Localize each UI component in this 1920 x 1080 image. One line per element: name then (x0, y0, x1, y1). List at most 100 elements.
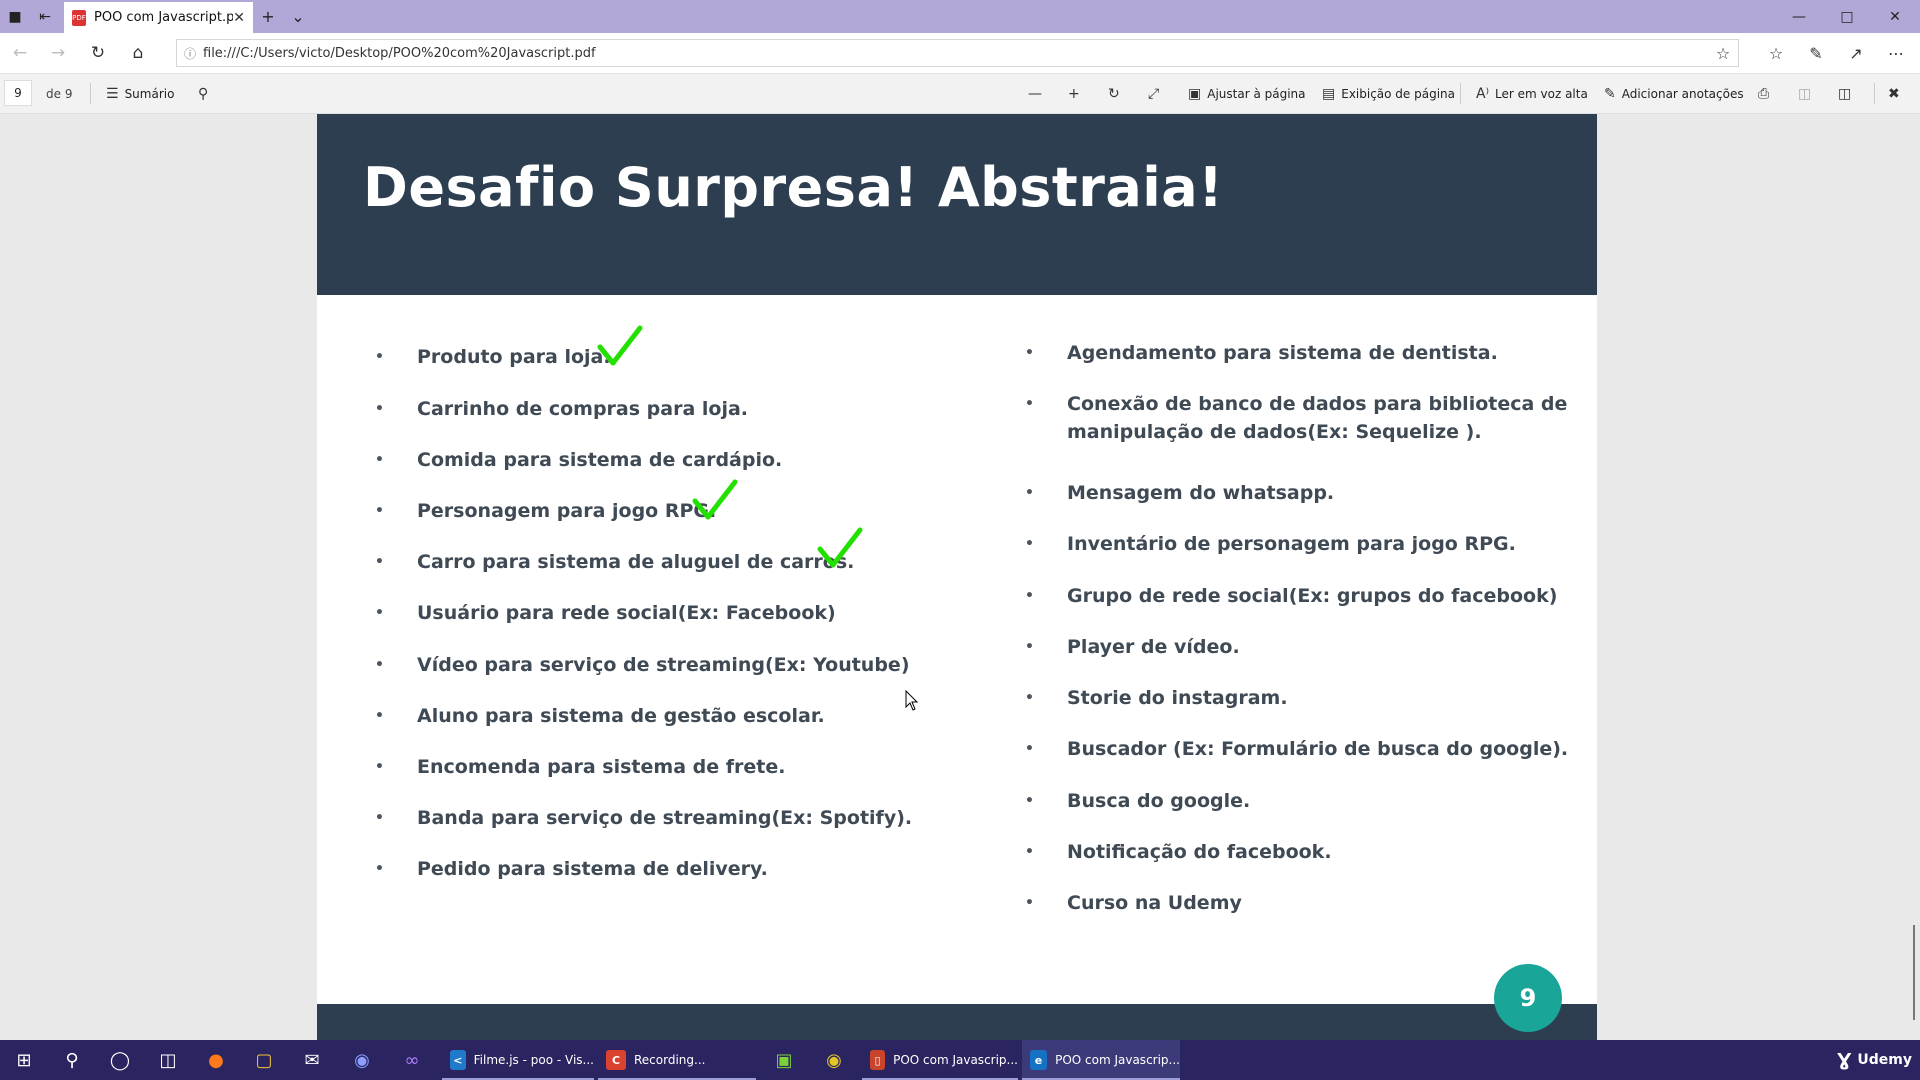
new-tab-icon[interactable]: + (253, 0, 283, 33)
left-list-item: • Encomenda para sistema de frete. (375, 753, 785, 781)
scrollbar[interactable] (1910, 114, 1920, 1040)
bullet-icon: • (1025, 485, 1034, 501)
page-number-input[interactable]: 9 (4, 80, 32, 106)
taskbar-app-button[interactable]: < Filme.js - poo - Vis... (442, 1040, 594, 1080)
left-list-item: • Vídeo para serviço de streaming(Ex: You… (375, 651, 910, 679)
url-text: file:///C:/Users/victo/Desktop/POO%20com… (203, 45, 596, 61)
bullet-icon: • (375, 554, 384, 570)
taskbar-app-button[interactable]: ▯ POO com Javascrip... (862, 1040, 1018, 1080)
home-icon[interactable]: ⌂ (118, 33, 158, 73)
more-menu-icon[interactable]: ⋯ (1876, 33, 1916, 73)
site-info-icon[interactable]: ⓘ (177, 45, 203, 62)
visual-studio-icon[interactable]: ∞ (388, 1040, 436, 1080)
checkmark-icon (597, 325, 643, 366)
fullscreen-button[interactable]: ⤢ (1148, 74, 1159, 113)
maximize-icon[interactable]: □ (1824, 0, 1870, 33)
add-notes-button[interactable]: ✎ Adicionar anotações (1604, 74, 1744, 113)
document-viewer[interactable]: Desafio Surpresa! Abstraia! 9 • Produto p… (0, 114, 1920, 1040)
save-button[interactable]: ◫ (1798, 74, 1811, 113)
right-list-item: • Inventário de personagem para jogo RPG. (1025, 530, 1516, 558)
toolbar-divider (1874, 83, 1875, 104)
cortana-icon[interactable]: ◯ (96, 1040, 144, 1080)
address-bar: ← → ↻ ⌂ ⓘ file:///C:/Users/victo/Desktop… (0, 33, 1920, 74)
tab-preview-chevron-icon[interactable]: ⌄ (283, 0, 313, 33)
right-list-item-text: Player de vídeo. (1067, 636, 1240, 658)
refresh-icon[interactable]: ↻ (78, 33, 118, 73)
mail-icon[interactable]: ✉ (288, 1040, 336, 1080)
task-view-icon[interactable]: ◫ (144, 1040, 192, 1080)
pdf-icon: ▯ (870, 1050, 886, 1070)
search-icon: ⚲ (198, 85, 209, 102)
taskbar-app-label: POO com Javascrip... (1055, 1053, 1180, 1067)
left-list-item-text: Usuário para rede social(Ex: Facebook) (417, 602, 836, 624)
bullet-icon: • (1025, 793, 1034, 809)
taskbar-app-button[interactable]: C Recording... (598, 1040, 756, 1080)
checkmark-icon (692, 479, 738, 520)
left-list-item-text: Produto para loja. (417, 346, 611, 368)
edge-icon: e (1030, 1050, 1048, 1070)
pin-toolbar-button[interactable]: ✖ (1888, 74, 1900, 113)
list-icon: ☰ (106, 85, 119, 102)
page-view-label: Exibição de página (1341, 86, 1456, 101)
browser-tab[interactable]: PDF POO com Javascript.pdf ✕ (64, 2, 253, 33)
discord-icon[interactable]: ◉ (338, 1040, 386, 1080)
hotspot-icon[interactable]: ◉ (810, 1040, 858, 1080)
read-aloud-icon: A⁾ (1476, 85, 1490, 102)
title-bar: ■ ⇤ PDF POO com Javascript.pdf ✕ + ⌄ — □… (0, 0, 1920, 33)
read-aloud-button[interactable]: A⁾ Ler em voz alta (1476, 74, 1588, 113)
udemy-watermark: Ɣ Udemy (1837, 1040, 1912, 1080)
tab-actions-icon[interactable]: ■ (0, 0, 30, 33)
left-list-item: • Banda para serviço de streaming(Ex: Spo… (375, 804, 913, 832)
favorite-star-icon[interactable]: ☆ (1708, 44, 1738, 63)
zoom-out-button[interactable]: — (1028, 74, 1042, 113)
close-window-icon[interactable]: ✕ (1872, 0, 1918, 33)
right-list-item-text: Busca do google. (1067, 790, 1251, 812)
minimize-icon[interactable]: — (1776, 0, 1822, 33)
right-list-item: • Busca do google. (1025, 787, 1251, 815)
file-explorer-icon[interactable]: ▢ (240, 1040, 288, 1080)
favorites-list-icon[interactable]: ☆ (1756, 33, 1796, 73)
fit-page-button[interactable]: ▣ Ajustar à página (1188, 74, 1306, 113)
print-icon: ⎙ (1758, 85, 1770, 102)
toolbar-divider (1460, 83, 1461, 104)
left-list-item-text: Vídeo para serviço de streaming(Ex: Yout… (417, 654, 910, 676)
web-note-icon[interactable]: ✎ (1796, 33, 1836, 73)
firefox-icon[interactable]: ● (192, 1040, 240, 1080)
back-icon[interactable]: ← (0, 33, 40, 73)
print-button[interactable]: ⎙ (1758, 74, 1769, 113)
scrollbar-thumb[interactable] (1913, 925, 1915, 1020)
close-tab-icon[interactable]: ✕ (233, 10, 245, 26)
forward-icon[interactable]: → (38, 33, 78, 73)
bullet-icon: • (375, 861, 384, 877)
bullet-icon: • (1025, 396, 1034, 412)
left-list-item-text: Personagem para jogo RPG. (417, 500, 717, 522)
right-list-item-text: Buscador (Ex: Formulário de busca do goo… (1067, 738, 1569, 760)
left-list-item: • Produto para loja. (375, 343, 611, 371)
minus-icon: — (1028, 85, 1042, 102)
zoom-in-button[interactable]: + (1068, 74, 1080, 113)
rotate-button[interactable]: ↻ (1108, 74, 1120, 113)
search-button[interactable]: ⚲ (198, 74, 208, 113)
share-icon[interactable]: ↗ (1836, 33, 1876, 73)
camtasia-icon[interactable]: ▣ (760, 1040, 808, 1080)
right-list-item-text: Storie do instagram. (1067, 687, 1288, 709)
summary-button[interactable]: ☰ Sumário (106, 74, 174, 113)
bullet-icon: • (375, 452, 384, 468)
vscode-icon: < (450, 1050, 466, 1070)
right-list-item: • Notificação do facebook. (1025, 838, 1332, 866)
page-view-button[interactable]: ▤ Exibição de página (1322, 74, 1455, 113)
slide-footer (317, 1004, 1597, 1040)
left-list-item-text: Banda para serviço de streaming(Ex: Spot… (417, 807, 913, 829)
right-list-item: • Buscador (Ex: Formulário de busca do go… (1025, 735, 1569, 763)
bullet-icon: • (1025, 741, 1034, 757)
taskbar-app-label: Filme.js - poo - Vis... (473, 1053, 594, 1067)
url-field[interactable]: ⓘ file:///C:/Users/victo/Desktop/POO%20c… (176, 39, 1739, 67)
set-aside-tabs-icon[interactable]: ⇤ (30, 0, 60, 33)
windows-start-icon[interactable]: ⊞ (0, 1040, 48, 1080)
taskbar-app-button[interactable]: e POO com Javascrip... (1022, 1040, 1180, 1080)
search-icon[interactable]: ⚲ (48, 1040, 96, 1080)
bullet-icon: • (1025, 690, 1034, 706)
page-view-icon: ▤ (1322, 85, 1336, 102)
right-list-item-text: Agendamento para sistema de dentista. (1067, 342, 1498, 364)
save-as-button[interactable]: ◫ (1838, 74, 1851, 113)
